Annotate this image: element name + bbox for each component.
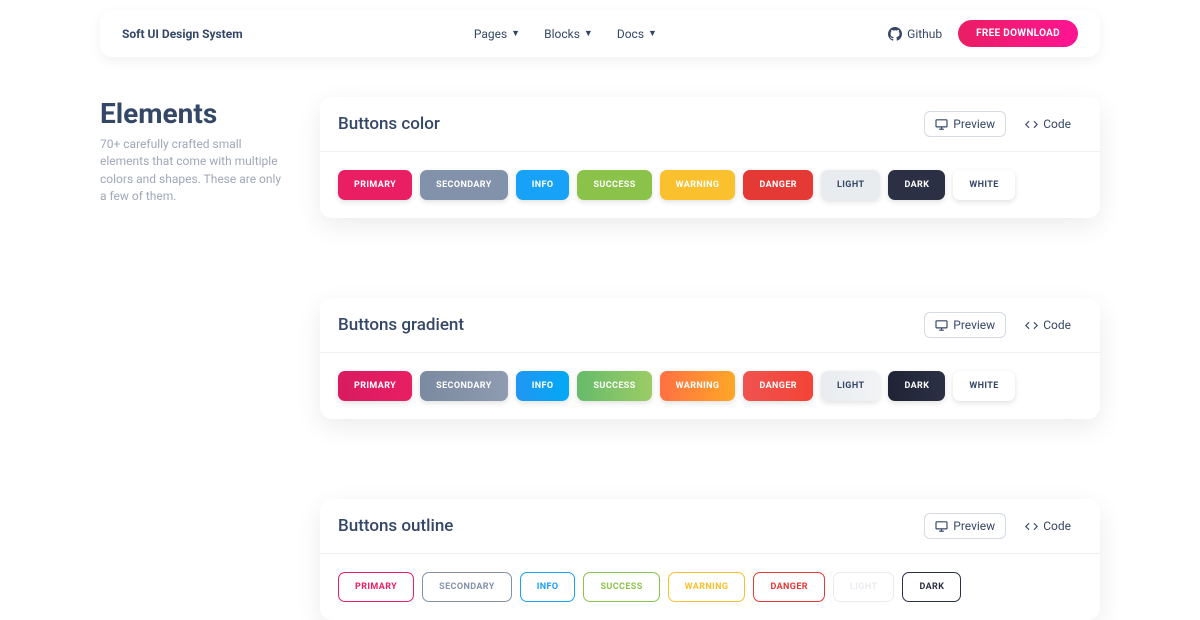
card-title: Buttons gradient	[338, 315, 464, 335]
btn-white[interactable]: WHITE	[953, 170, 1014, 200]
btn-info-gradient[interactable]: INFO	[516, 371, 570, 401]
monitor-icon	[935, 320, 948, 331]
btn-primary-gradient[interactable]: PRIMARY	[338, 371, 412, 401]
nav-right: Github FREE DOWNLOAD	[888, 20, 1078, 47]
card-buttons-gradient: Buttons gradient Preview Code PRIMARY	[320, 298, 1100, 419]
preview-label: Preview	[953, 318, 995, 332]
code-icon	[1025, 119, 1038, 130]
chevron-down-icon: ▼	[584, 28, 593, 39]
card-buttons-color: Buttons color Preview Code PRIMARY	[320, 97, 1100, 218]
nav-blocks[interactable]: Blocks ▼	[544, 27, 593, 41]
code-label: Code	[1043, 318, 1071, 332]
monitor-icon	[935, 119, 948, 130]
navbar: Soft UI Design System Pages ▼ Blocks ▼ D…	[100, 10, 1100, 57]
btn-outline-dark[interactable]: DARK	[902, 572, 961, 602]
btn-dark[interactable]: DARK	[888, 170, 945, 200]
btn-dark-gradient[interactable]: DARK	[888, 371, 945, 401]
chevron-down-icon: ▼	[648, 28, 657, 39]
card-title: Buttons color	[338, 114, 440, 134]
github-link[interactable]: Github	[888, 27, 942, 41]
code-toggle[interactable]: Code	[1014, 312, 1082, 338]
btn-outline-danger[interactable]: DANGER	[753, 572, 825, 602]
btn-outline-warning[interactable]: WARNING	[668, 572, 746, 602]
btn-secondary-gradient[interactable]: SECONDARY	[420, 371, 508, 401]
card-title: Buttons outline	[338, 516, 453, 536]
code-icon	[1025, 320, 1038, 331]
preview-label: Preview	[953, 519, 995, 533]
btn-success-gradient[interactable]: SUCCESS	[577, 371, 651, 401]
preview-label: Preview	[953, 117, 995, 131]
btn-info[interactable]: INFO	[516, 170, 570, 200]
monitor-icon	[935, 521, 948, 532]
code-label: Code	[1043, 117, 1071, 131]
btn-light[interactable]: LIGHT	[821, 170, 880, 200]
btn-outline-primary[interactable]: PRIMARY	[338, 572, 414, 602]
btn-outline-light[interactable]: LIGHT	[833, 572, 894, 602]
nav-docs-label: Docs	[617, 27, 644, 41]
preview-toggle[interactable]: Preview	[924, 513, 1006, 539]
code-toggle[interactable]: Code	[1014, 513, 1082, 539]
code-toggle[interactable]: Code	[1014, 111, 1082, 137]
btn-primary[interactable]: PRIMARY	[338, 170, 412, 200]
nav-blocks-label: Blocks	[544, 27, 580, 41]
btn-outline-success[interactable]: SUCCESS	[583, 572, 659, 602]
brand-title: Soft UI Design System	[122, 27, 243, 41]
btn-danger-gradient[interactable]: DANGER	[743, 371, 813, 401]
nav-center: Pages ▼ Blocks ▼ Docs ▼	[474, 27, 657, 41]
nav-docs[interactable]: Docs ▼	[617, 27, 657, 41]
chevron-down-icon: ▼	[511, 28, 520, 39]
toggle-group: Preview Code	[924, 312, 1082, 338]
nav-pages[interactable]: Pages ▼	[474, 27, 520, 41]
sidebar-description: 70+ carefully crafted small elements tha…	[100, 136, 290, 206]
sidebar-title: Elements	[100, 97, 290, 130]
btn-white-gradient[interactable]: WHITE	[953, 371, 1014, 401]
toggle-group: Preview Code	[924, 111, 1082, 137]
github-icon	[888, 27, 902, 41]
sidebar: Elements 70+ carefully crafted small ele…	[100, 97, 290, 620]
btn-warning-gradient[interactable]: WARNING	[660, 371, 736, 401]
code-icon	[1025, 521, 1038, 532]
btn-secondary[interactable]: SECONDARY	[420, 170, 508, 200]
code-label: Code	[1043, 519, 1071, 533]
card-buttons-outline: Buttons outline Preview Code PRIMARY	[320, 499, 1100, 620]
btn-danger[interactable]: DANGER	[743, 170, 813, 200]
preview-toggle[interactable]: Preview	[924, 111, 1006, 137]
toggle-group: Preview Code	[924, 513, 1082, 539]
btn-outline-secondary[interactable]: SECONDARY	[422, 572, 512, 602]
free-download-button[interactable]: FREE DOWNLOAD	[958, 20, 1078, 47]
preview-toggle[interactable]: Preview	[924, 312, 1006, 338]
btn-light-gradient[interactable]: LIGHT	[821, 371, 880, 401]
btn-success[interactable]: SUCCESS	[577, 170, 651, 200]
github-label: Github	[907, 27, 942, 41]
btn-outline-info[interactable]: INFO	[520, 572, 576, 602]
nav-pages-label: Pages	[474, 27, 507, 41]
btn-warning[interactable]: WARNING	[660, 170, 736, 200]
